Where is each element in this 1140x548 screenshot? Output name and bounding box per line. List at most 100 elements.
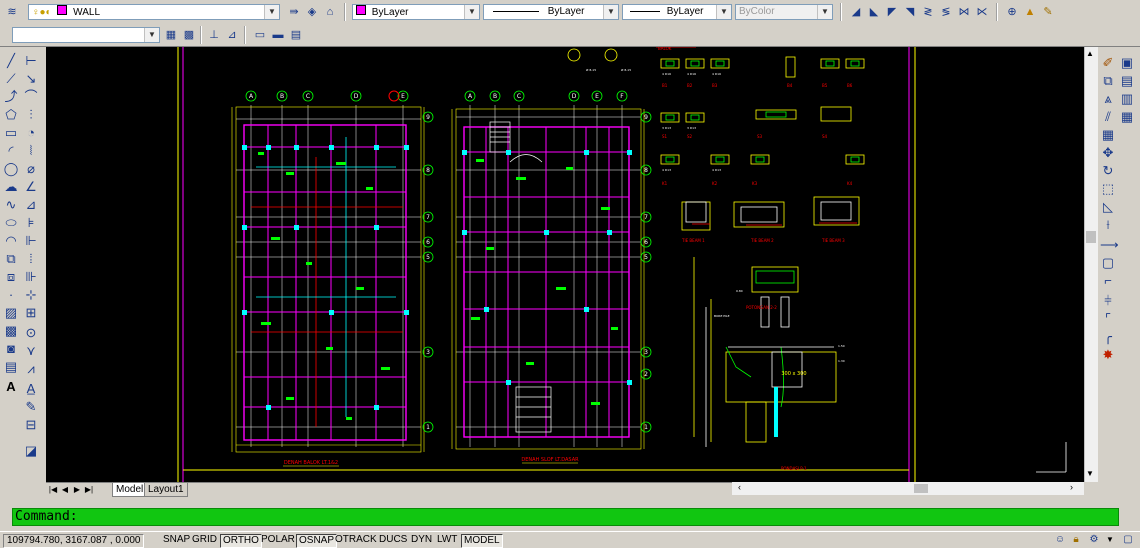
dimension-diameter-icon[interactable]: ⌀ <box>23 161 39 177</box>
gradient-icon[interactable]: ▩ <box>3 323 19 339</box>
layout-icon[interactable]: ▬ <box>270 27 286 43</box>
multiline-text-icon[interactable]: A <box>3 379 19 395</box>
otrack-toggle[interactable]: OTRACK <box>333 534 379 546</box>
dimension-ordinate-icon[interactable]: ⫶ <box>23 107 39 123</box>
fillet-icon[interactable]: ╭ <box>1100 329 1116 345</box>
warning-icon[interactable]: ▲ <box>1022 4 1038 20</box>
ellipse-arc-icon[interactable]: ◠ <box>3 233 19 249</box>
spline-icon[interactable]: ∿ <box>3 197 19 213</box>
line-icon[interactable]: ╱ <box>3 53 19 69</box>
view-combo[interactable]: ▼ <box>12 27 160 43</box>
break-icon[interactable]: ⌐ <box>1100 273 1116 289</box>
prev-tab-icon[interactable]: ◀ <box>60 484 70 495</box>
layer-combo[interactable]: ♀●◐ WALL ▼ <box>28 4 280 20</box>
ducs-toggle[interactable]: DUCS <box>377 534 409 546</box>
ellipse-icon[interactable]: ⬭ <box>3 215 19 231</box>
jogged-linear-icon[interactable]: ⋎ <box>23 343 39 359</box>
edit-icon[interactable]: ✎ <box>1040 4 1056 20</box>
chevron-down-icon[interactable]: ▼ <box>1102 532 1118 548</box>
clean-screen-icon[interactable]: ▢ <box>1120 532 1136 548</box>
dimension-icon[interactable]: ◤ <box>884 4 900 20</box>
tab-model[interactable]: Model <box>112 483 148 497</box>
trim-icon[interactable]: ⟊ <box>1100 217 1116 233</box>
revcloud-icon[interactable]: ☁ <box>3 179 19 195</box>
make-layer-current-icon[interactable]: ⇛ <box>286 4 302 20</box>
dimension-arc-icon[interactable]: ⌒ <box>23 89 39 105</box>
scroll-right-icon[interactable]: › <box>1070 482 1073 492</box>
mirror-icon[interactable]: ⩓ <box>1100 91 1116 107</box>
array-icon[interactable]: ▦ <box>1100 127 1116 143</box>
chevron-down-icon[interactable]: ▼ <box>264 5 279 19</box>
layer-previous-icon[interactable]: ◈ <box>304 4 320 20</box>
chevron-down-icon[interactable]: ▼ <box>716 5 731 19</box>
make-block-icon[interactable]: ⧈ <box>3 269 19 285</box>
scroll-left-icon[interactable]: ‹ <box>738 482 741 492</box>
rotate-icon[interactable]: ↻ <box>1100 163 1116 179</box>
dimension-edit-icon[interactable]: ⩘ <box>23 361 39 377</box>
draworder-icon[interactable]: ▥ <box>1119 91 1135 107</box>
hatch-icon[interactable]: ▨ <box>3 305 19 321</box>
dimension-override-icon[interactable]: ◪ <box>23 443 39 459</box>
join-icon[interactable]: ⫩ <box>1100 293 1116 309</box>
dimension-text-edit-icon[interactable]: A̲ <box>23 381 39 397</box>
scroll-thumb[interactable] <box>914 484 928 493</box>
quick-dimension-icon[interactable]: ⊿ <box>23 197 39 213</box>
lwt-toggle[interactable]: LWT <box>435 534 459 546</box>
dimension-baseline-icon[interactable]: ⊧ <box>23 215 39 231</box>
dimension-style-icon[interactable]: ⊟ <box>23 417 39 433</box>
dimension-jogged-icon[interactable]: ⦚ <box>23 143 39 159</box>
layer-manager-icon[interactable]: ≋ <box>4 4 20 20</box>
draworder-icon[interactable]: ▤ <box>1119 73 1135 89</box>
last-tab-icon[interactable]: ▶| <box>84 484 94 495</box>
lock-icon[interactable]: 🔒︎ <box>1068 532 1084 548</box>
dimension-continue-icon[interactable]: ⊩ <box>23 233 39 249</box>
command-line[interactable]: Command: <box>12 508 1119 526</box>
layer-states-icon[interactable]: ⌂ <box>322 4 338 20</box>
communication-center-icon[interactable]: ☺ <box>1052 532 1068 548</box>
chevron-down-icon[interactable]: ▼ <box>603 5 618 19</box>
point-icon[interactable]: · <box>3 287 19 303</box>
dimension-space-icon[interactable]: ⦙ <box>23 251 39 267</box>
dimension-aligned-icon[interactable]: ↘ <box>23 71 39 87</box>
polar-toggle[interactable]: POLAR <box>259 534 297 546</box>
layout-icon[interactable]: ▤ <box>288 27 304 43</box>
dimension-update-icon[interactable]: ✎ <box>23 399 39 415</box>
stretch-icon[interactable]: ◺ <box>1100 199 1116 215</box>
linetype-combo[interactable]: ByLayer ▼ <box>483 4 619 20</box>
circle-icon[interactable]: ◯ <box>3 161 19 177</box>
drawing-canvas[interactable]: A B C D E A B C D E F 9 8 7 6 5 3 1 9 8 … <box>46 47 1084 482</box>
chamfer-icon[interactable]: ⌜ <box>1100 311 1116 327</box>
polygon-icon[interactable]: ⬠ <box>3 107 19 123</box>
first-tab-icon[interactable]: |◀ <box>48 484 58 495</box>
grid-toggle[interactable]: GRID <box>190 534 219 546</box>
lineweight-combo[interactable]: ByLayer ▼ <box>622 4 732 20</box>
offset-icon[interactable]: ⫽ <box>1100 109 1116 125</box>
ucs-icon[interactable]: ⊥ <box>206 27 222 43</box>
scale-icon[interactable]: ⬚ <box>1100 181 1116 197</box>
chevron-down-icon[interactable]: ▼ <box>464 5 479 19</box>
arc-icon[interactable]: ◜ <box>3 143 19 159</box>
zoom-icon[interactable]: ⊕ <box>1004 4 1020 20</box>
dimension-angular-icon[interactable]: ∠ <box>23 179 39 195</box>
center-mark-icon[interactable]: ⊞ <box>23 305 39 321</box>
tolerance-icon[interactable]: ⊹ <box>23 287 39 303</box>
scroll-thumb[interactable] <box>1086 231 1096 243</box>
erase-icon[interactable]: ✐ <box>1100 55 1116 71</box>
polyline-icon[interactable]: ⤴ <box>3 89 19 105</box>
break-point-icon[interactable]: ▢ <box>1100 255 1116 271</box>
dimension-linear-icon[interactable]: ⊢ <box>23 53 39 69</box>
grid-icon[interactable]: ▩ <box>181 27 197 43</box>
rectangle-icon[interactable]: ▭ <box>3 125 19 141</box>
model-toggle[interactable]: MODEL <box>461 534 503 548</box>
osnap-toggle[interactable]: OSNAP <box>296 534 338 548</box>
dimension-break-icon[interactable]: ⊪ <box>23 269 39 285</box>
tab-layout1[interactable]: Layout1 <box>144 483 188 497</box>
ortho-toggle[interactable]: ORTHO <box>220 534 262 548</box>
horizontal-scrollbar[interactable]: ‹ › <box>732 482 1084 495</box>
dimension-icon[interactable]: ≶ <box>938 4 954 20</box>
dimension-icon[interactable]: ⋈ <box>956 4 972 20</box>
scroll-down-icon[interactable]: ▼ <box>1086 469 1094 478</box>
insert-block-icon[interactable]: ⧉ <box>3 251 19 267</box>
construction-line-icon[interactable]: ⟋ <box>3 71 19 87</box>
explode-icon[interactable]: ✸ <box>1100 347 1116 363</box>
